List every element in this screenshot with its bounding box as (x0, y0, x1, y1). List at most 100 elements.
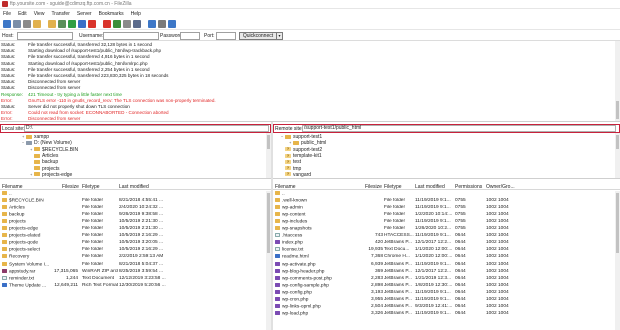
remote-col-owner-group[interactable]: Owner/Gro... (486, 184, 515, 190)
table-row[interactable]: wp-activate.php 6,939 JetBrains P... 11/19/… (273, 261, 613, 269)
tree-item[interactable]: + xampp (22, 134, 49, 140)
reconnect-icon[interactable] (113, 19, 121, 28)
log-scrollbar-thumb[interactable] (616, 101, 619, 119)
table-row[interactable]: backup File folder 9/26/2019 9:38:58 ... (0, 212, 266, 219)
table-row[interactable]: wp-load.php 3,326 JetBrains P... 11/19/2019… (273, 310, 613, 318)
message-log-icon[interactable] (23, 19, 31, 28)
tree-item[interactable]: ? support-test2 (281, 147, 322, 153)
remote-list-scrollbar[interactable] (615, 191, 620, 330)
table-row[interactable]: wp-content File folder 1/2/2020 10:14:... 0… (273, 212, 613, 219)
table-row[interactable]: Recovery File folder 2/2/2019 2:59:13 AM (0, 254, 266, 261)
tree-item[interactable]: + $RECYCLE.BIN (30, 147, 78, 153)
find-icon[interactable] (168, 19, 176, 28)
remote-col-permissions[interactable]: Permissions (455, 184, 482, 190)
table-row[interactable]: readme.html 7,368 Chrome H... 1/1/2020 12:0… (273, 254, 613, 261)
cancel-icon[interactable] (88, 19, 96, 28)
table-row[interactable]: wp-blog-header.php 369 JetBrains P... 12/1/… (273, 268, 613, 276)
table-row[interactable]: projects-select File folder 10/5/2019 2:16… (0, 247, 266, 254)
refresh-icon[interactable] (68, 19, 76, 28)
remote-directory-tree[interactable]: − support-test1 + public_html? support-test2… (273, 133, 620, 179)
table-row[interactable]: index.php 420 JetBrains P... 12/1/2017 12:2… (273, 240, 613, 247)
tree-item[interactable]: ? tmp (281, 166, 301, 172)
local-directory-tree[interactable]: + xampp − D: (New Volume) + $RECYCLE.BIN Artic… (0, 133, 271, 179)
menu-item-transfer[interactable]: Transfer (51, 11, 69, 17)
tabs-icon[interactable] (13, 19, 21, 28)
local-site-path-input[interactable]: D:\ (24, 125, 269, 132)
table-row[interactable]: wp-config.php 3,193 JetBrains P... 11/19/20… (273, 289, 613, 297)
remote-tree-scrollbar-thumb[interactable] (616, 135, 619, 149)
username-input[interactable] (103, 32, 159, 40)
remote-list-scrollbar-thumb[interactable] (616, 193, 619, 253)
message-log[interactable]: Status: File transfer successful, transfe… (0, 41, 620, 122)
menu-item-view[interactable]: View (34, 11, 45, 17)
tree-item[interactable]: backup (30, 159, 58, 165)
table-row[interactable]: projects-elated File folder 10/5/2019 2:16… (0, 233, 266, 240)
table-row[interactable]: .well-known File folder 11/19/2019 9:1... 0… (273, 198, 613, 205)
tree-item[interactable]: + public_html (289, 140, 326, 146)
table-row[interactable]: .. (273, 191, 613, 198)
remote-col-filename[interactable]: Filename (275, 184, 296, 190)
table-row[interactable]: wp-cron.php 3,955 JetBrains P... 11/19/2019… (273, 296, 613, 304)
table-row[interactable]: projects-qode File folder 10/5/2019 3:20:0… (0, 240, 266, 247)
tree-item[interactable]: Articles (30, 153, 58, 159)
table-row[interactable]: license.txt 19,935 Text Docu... 1/1/2020 12… (273, 247, 613, 254)
tree-item[interactable]: − D: (New Volume) (22, 140, 72, 146)
tree-item[interactable]: ? vangard (281, 172, 311, 178)
remote-tree-icon[interactable] (48, 19, 56, 28)
tree-icon[interactable] (33, 19, 41, 28)
queue-icon[interactable] (58, 19, 66, 28)
table-row[interactable]: wp-admin File folder 11/19/2019 9:1... 0755… (273, 205, 613, 212)
table-row[interactable]: .. (0, 191, 266, 198)
port-input[interactable] (216, 32, 236, 40)
table-row[interactable]: wp-snapshots File folder 1/26/2020 10:2...… (273, 226, 613, 233)
table-row[interactable]: projects-edge File folder 10/5/2019 2:21:3… (0, 226, 266, 233)
password-input[interactable] (180, 32, 200, 40)
tree-item[interactable]: − support-test1 (281, 134, 322, 140)
quickconnect-button[interactable]: Quickconnect (239, 32, 277, 40)
process-queue-icon[interactable] (78, 19, 86, 28)
remote-tree-scrollbar[interactable] (615, 133, 620, 178)
table-row[interactable]: Articles File folder 2/4/2020 10:24:32 ... (0, 205, 266, 212)
table-row[interactable]: $RECYCLE.BIN File folder 8/21/2018 4:55:41… (0, 198, 266, 205)
table-row[interactable]: appstudy.rar 17,315,065 WinRAR ZIP archive… (0, 268, 266, 276)
local-list-scrollbar-thumb[interactable] (267, 193, 270, 253)
table-row[interactable]: wp-config-sample.php 2,898 JetBrains P... 1… (273, 282, 613, 290)
tree-item[interactable]: ? template-kit1 (281, 153, 322, 159)
disconnect-icon[interactable] (103, 19, 111, 28)
compare-icon[interactable] (133, 19, 141, 28)
table-row[interactable]: wp-links-opml.php 2,504 JetBrains P... 9/3/… (273, 303, 613, 311)
table-row[interactable]: Theme Update ... 12,649,211 Rich Text Form… (0, 282, 266, 290)
log-scrollbar[interactable] (615, 41, 620, 121)
filter-icon[interactable] (123, 19, 131, 28)
local-file-list[interactable]: .. $RECYCLE.BIN File folder 8/21/2018 4:55:… (0, 191, 271, 330)
local-tree-scrollbar-thumb[interactable] (267, 135, 270, 149)
local-col-filetype[interactable]: Filetype (82, 184, 100, 190)
table-row[interactable]: wp-includes File folder 11/19/2019 9:1... 0… (273, 219, 613, 226)
search-icon[interactable] (158, 19, 166, 28)
menu-item-help[interactable]: Help (131, 11, 141, 17)
table-row[interactable]: .htaccess 743 HTACCESS... 11/19/2019 9:1...… (273, 233, 613, 240)
local-list-scrollbar[interactable] (266, 191, 271, 330)
menu-item-file[interactable]: File (3, 11, 11, 17)
tree-item[interactable]: + projects-edge (30, 172, 72, 178)
table-row[interactable]: System Volume I... File folder 8/21/2018 5… (0, 261, 266, 269)
tree-item[interactable]: ? test (281, 159, 301, 165)
remote-site-path-input[interactable]: /support-test1/public_html (302, 125, 616, 132)
tree-item[interactable]: projects (30, 166, 60, 172)
host-input[interactable] (17, 32, 73, 40)
menu-item-bookmarks[interactable]: Bookmarks (99, 11, 124, 17)
site-manager-icon[interactable] (3, 19, 11, 28)
sync-icon[interactable] (148, 19, 156, 28)
menu-item-server[interactable]: Server (77, 11, 92, 17)
remote-col-filetype[interactable]: Filetype (384, 184, 402, 190)
remote-col-filesize[interactable]: Filesize (365, 184, 382, 190)
remote-col-last-modified[interactable]: Last modified (415, 184, 445, 190)
table-row[interactable]: reminder.txt 1,244 Text Document 12/12/2019… (0, 275, 266, 283)
local-col-filesize[interactable]: Filesize (62, 184, 79, 190)
table-row[interactable]: projects File folder 10/5/2019 2:21:30 ... (0, 219, 266, 226)
table-row[interactable]: wp-comments-post.php 2,283 JetBrains P... 1… (273, 275, 613, 283)
menu-item-edit[interactable]: Edit (18, 11, 27, 17)
local-col-filename[interactable]: Filename (2, 184, 23, 190)
local-col-last-modified[interactable]: Last modified (119, 184, 149, 190)
remote-file-list[interactable]: .. .well-known File folder 11/19/2019 9:1..… (273, 191, 620, 330)
